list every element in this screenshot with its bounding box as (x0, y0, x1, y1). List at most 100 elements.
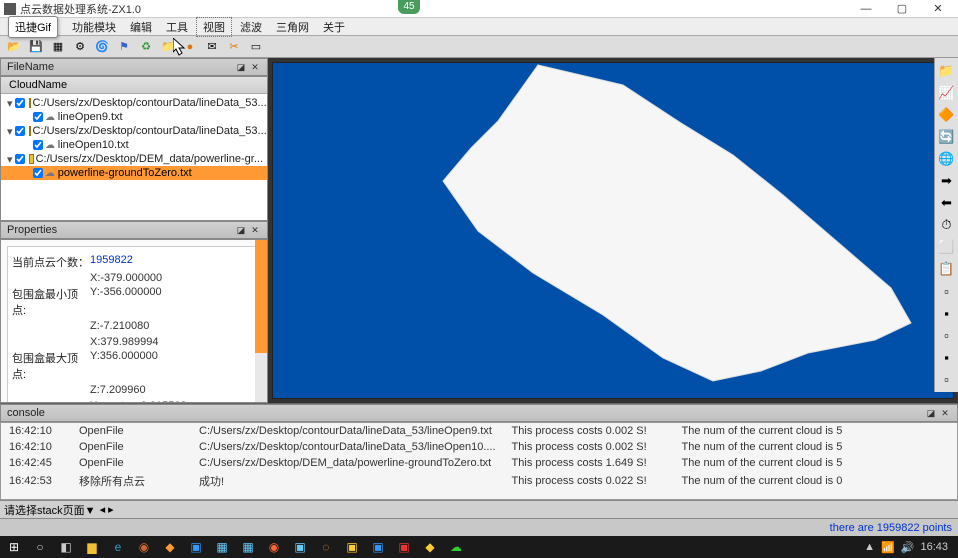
tree-checkbox[interactable] (33, 168, 43, 178)
minimize-button[interactable]: — (854, 2, 878, 16)
menu-tools[interactable]: 工具 (160, 18, 194, 36)
tree-label: C:/Users/zx/Desktop/contourData/lineData… (33, 125, 267, 137)
tray-time[interactable]: 16:43 (920, 541, 948, 553)
task-edge-icon[interactable]: e (106, 538, 130, 556)
task-app5-icon[interactable]: ▦ (236, 538, 260, 556)
expand-icon[interactable]: ▾ (7, 153, 13, 166)
menu-functions[interactable]: 功能模块 (66, 18, 122, 36)
tool-cut-icon[interactable]: ✂ (224, 38, 244, 56)
right-tool-4[interactable]: 🌐 (938, 150, 956, 168)
console-body[interactable]: 16:42:10OpenFileC:/Users/zx/Desktop/cont… (0, 422, 958, 500)
right-tool-3[interactable]: 🔄 (938, 128, 956, 146)
menu-edit[interactable]: 编辑 (124, 18, 158, 36)
right-tool-7[interactable]: ⏱ (938, 216, 956, 234)
right-toolbar: 📁 📈 🔶 🔄 🌐 ➡ ⬅ ⏱ ⬜ 📋 ▫ ▪ ▫ ▪ ▫ (934, 58, 958, 392)
folder-icon (29, 98, 31, 108)
task-search-icon[interactable]: ○ (28, 538, 52, 556)
task-app7-icon[interactable]: ▣ (288, 538, 312, 556)
prop-label (12, 384, 90, 396)
tree-file-row[interactable]: ☁ powerline-groundToZero.txt (1, 166, 267, 180)
right-tool-0[interactable]: 📁 (938, 62, 956, 80)
property-row: Z:7.209960 (12, 383, 256, 397)
tool-refresh-icon[interactable]: ♻ (136, 38, 156, 56)
tree-folder-row[interactable]: ▾ C:/Users/zx/Desktop/DEM_data/powerline-… (1, 152, 267, 166)
canvas-3d[interactable] (272, 62, 954, 399)
prop-label (12, 400, 90, 402)
tool-window-icon[interactable]: ▭ (246, 38, 266, 56)
tool-spiral-icon[interactable]: 🌀 (92, 38, 112, 56)
tree-checkbox[interactable] (33, 112, 43, 122)
bottom-tabs[interactable]: 请选择stack页面▼ ◂ ▸ (0, 500, 958, 518)
task-explorer-icon[interactable]: ▆ (80, 538, 104, 556)
properties-scrollbar[interactable] (255, 240, 267, 402)
tool-open-icon[interactable]: 📂 (4, 38, 24, 56)
tree-label: C:/Users/zx/Desktop/DEM_data/powerline-g… (36, 153, 263, 165)
right-tool-14[interactable]: ▫ (938, 370, 956, 388)
close-button[interactable]: ✕ (926, 2, 950, 16)
task-app3-icon[interactable]: ▣ (184, 538, 208, 556)
file-tree[interactable]: ▾ C:/Users/zx/Desktop/contourData/lineDat… (1, 94, 267, 220)
task-app8-icon[interactable]: ◌ (314, 538, 338, 556)
tree-checkbox[interactable] (33, 140, 43, 150)
right-tool-8[interactable]: ⬜ (938, 238, 956, 256)
panel-float-icon[interactable]: ◪ (235, 224, 247, 236)
right-tool-10[interactable]: ▫ (938, 282, 956, 300)
tool-save-icon[interactable]: 💾 (26, 38, 46, 56)
start-button[interactable]: ⊞ (2, 538, 26, 556)
menu-filter[interactable]: 滤波 (234, 18, 268, 36)
gif-recorder-overlay[interactable]: 迅捷Gif (8, 16, 58, 38)
right-tool-5[interactable]: ➡ (938, 172, 956, 190)
tray-sound-icon[interactable]: 🔊 (901, 541, 915, 554)
right-tool-11[interactable]: ▪ (938, 304, 956, 322)
tree-file-row[interactable]: ☁ lineOpen9.txt (1, 110, 267, 124)
maximize-button[interactable]: ▢ (890, 2, 914, 16)
tool-flag-icon[interactable]: ⚑ (114, 38, 134, 56)
menu-about[interactable]: 关于 (317, 18, 351, 36)
right-tool-13[interactable]: ▪ (938, 348, 956, 366)
panel-close-icon[interactable]: ✕ (249, 224, 261, 236)
expand-icon[interactable]: ▾ (7, 125, 13, 138)
right-tool-9[interactable]: 📋 (938, 260, 956, 278)
task-app11-icon[interactable]: ▣ (392, 538, 416, 556)
tree-folder-row[interactable]: ▾C:/Users/zx/Desktop/contourData/lineDat… (1, 96, 267, 110)
console-row: 16:42:10OpenFileC:/Users/zx/Desktop/cont… (1, 423, 957, 439)
tree-file-row[interactable]: ☁ lineOpen10.txt (1, 138, 267, 152)
tree-checkbox[interactable] (15, 154, 25, 164)
task-app4-icon[interactable]: ▦ (210, 538, 234, 556)
property-row: 当前点云个数：1959822 (12, 253, 256, 271)
tree-folder-row[interactable]: ▾ C:/Users/zx/Desktop/contourData/lineDat… (1, 124, 267, 138)
right-tool-12[interactable]: ▫ (938, 326, 956, 344)
stack-selector[interactable]: 请选择stack页面▼ (4, 502, 96, 518)
tool-settings-icon[interactable]: ⚙ (70, 38, 90, 56)
tool-mail-icon[interactable]: ✉ (202, 38, 222, 56)
task-app12-icon[interactable]: ◆ (418, 538, 442, 556)
tool-sphere-icon[interactable]: ● (180, 38, 200, 56)
tree-checkbox[interactable] (15, 126, 25, 136)
task-wechat-icon[interactable]: ☁ (444, 538, 468, 556)
right-tool-2[interactable]: 🔶 (938, 106, 956, 124)
panel-close-icon[interactable]: ✕ (249, 61, 261, 73)
task-app2-icon[interactable]: ◆ (158, 538, 182, 556)
menu-triangle[interactable]: 三角网 (270, 18, 315, 36)
tree-checkbox[interactable] (15, 98, 25, 108)
tray-up-icon[interactable]: ▲ (864, 541, 875, 553)
menu-view[interactable]: 视图 (196, 17, 232, 37)
panel-float-icon[interactable]: ◪ (925, 407, 937, 419)
task-app9-icon[interactable]: ▣ (340, 538, 364, 556)
system-tray[interactable]: ▲ 📶 🔊 16:43 (864, 541, 956, 554)
task-app6-icon[interactable]: ◉ (262, 538, 286, 556)
cloudname-tab[interactable]: CloudName (1, 77, 267, 94)
tool-folder2-icon[interactable]: 📁 (158, 38, 178, 56)
task-app1-icon[interactable]: ◉ (132, 538, 156, 556)
tool-grid-icon[interactable]: ▦ (48, 38, 68, 56)
tray-wifi-icon[interactable]: 📶 (881, 541, 895, 554)
panel-float-icon[interactable]: ◪ (235, 61, 247, 73)
expand-icon[interactable]: ▾ (7, 97, 13, 110)
viewport-3d[interactable] (268, 58, 958, 403)
right-tool-1[interactable]: 📈 (938, 84, 956, 102)
right-tool-6[interactable]: ⬅ (938, 194, 956, 212)
task-app10-icon[interactable]: ▣ (366, 538, 390, 556)
task-cortana-icon[interactable]: ◧ (54, 538, 78, 556)
panel-close-icon[interactable]: ✕ (939, 407, 951, 419)
prop-label: 当前点云个数： (12, 254, 90, 270)
